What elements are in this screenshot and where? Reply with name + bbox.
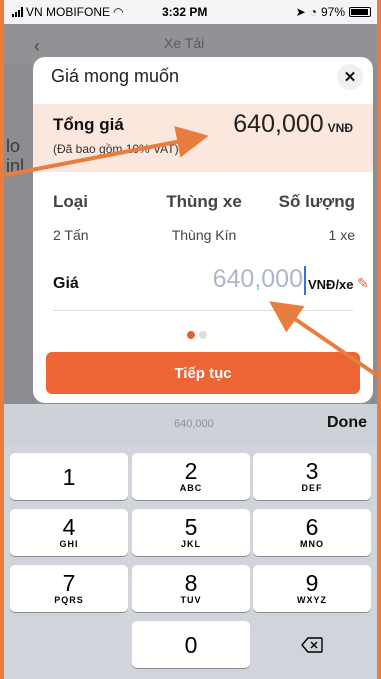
modal-title: Giá mong muốn [51, 66, 180, 86]
battery-icon [349, 7, 371, 17]
alarm-icon: ◔ [309, 5, 317, 19]
key-1[interactable]: 1 [10, 453, 128, 500]
carrier-name: VN MOBIFONE [26, 5, 111, 19]
background-title: Xe Tải [164, 35, 205, 51]
done-button[interactable]: Done [327, 414, 367, 432]
wifi-icon: ◠ [113, 5, 124, 19]
status-right: ➤ ◔ 97% [296, 5, 371, 19]
page-dot [199, 331, 207, 339]
status-time: 3:32 PM [162, 5, 208, 19]
page-dot-active [187, 331, 195, 339]
pencil-icon[interactable]: ✎ [357, 275, 369, 292]
header-body: Thùng xe [166, 192, 242, 211]
background-side-text: lo inl [6, 136, 25, 176]
value-type: 2 Tấn [53, 227, 89, 243]
details-header-row: Loại Thùng xe Số lượng [53, 192, 355, 212]
status-bar: VN MOBIFONE ◠ 3:32 PM ➤ ◔ 97% [4, 0, 377, 24]
close-button[interactable]: ✕ [337, 64, 363, 90]
price-label: Giá [53, 275, 79, 292]
total-label: Tổng giá [53, 115, 124, 134]
key-5[interactable]: 5 JKL [132, 509, 250, 556]
continue-button[interactable]: Tiếp tục [46, 352, 360, 394]
total-unit: VNĐ [327, 121, 353, 135]
numeric-keypad: 1 2 ABC 3 DEF 4 GHI 5 JKL 6 MNO 7 PQRS 8 TUV 9W… [4, 446, 377, 679]
phone-screen: VN MOBIFONE ◠ 3:32 PM ➤ ◔ 97% ‹ Xe Tải l… [4, 0, 377, 679]
details-value-row: 2 Tấn Thùng Kín 1 xe [53, 227, 355, 243]
text-caret [304, 266, 306, 295]
key-4[interactable]: 4 GHI [10, 509, 128, 556]
key-0[interactable]: 0 [132, 621, 250, 668]
value-quantity: 1 xe [328, 227, 356, 243]
total-value: 640,000 [233, 110, 324, 138]
price-unit: VNĐ/xe [308, 277, 354, 292]
battery-percent: 97% [320, 5, 345, 19]
close-icon: ✕ [343, 69, 357, 86]
keyboard-preview: 640,000 [174, 418, 214, 430]
vat-note: (Đã bao gồm 10% VAT) [53, 142, 179, 156]
key-3[interactable]: 3 DEF [253, 453, 371, 500]
header-type: Loại [53, 192, 88, 211]
price-input[interactable] [163, 265, 303, 294]
backspace-key[interactable] [253, 621, 371, 668]
key-6[interactable]: 6 MNO [253, 509, 371, 556]
price-divider [53, 310, 353, 311]
key-7[interactable]: 7 PQRS [10, 565, 128, 612]
value-body: Thùng Kín [171, 227, 237, 243]
total-value-group: 640,000 VNĐ [233, 110, 353, 139]
key-8[interactable]: 8 TUV [132, 565, 250, 612]
key-2[interactable]: 2 ABC [132, 453, 250, 500]
total-price-box: Tổng giá (Đã bao gồm 10% VAT) 640,000 VN… [33, 104, 373, 172]
backspace-icon [301, 636, 323, 653]
price-modal: Giá mong muốn ✕ Tổng giá (Đã bao gồm 10%… [33, 57, 373, 403]
carrier-group: VN MOBIFONE ◠ [12, 5, 124, 19]
location-icon: ➤ [295, 5, 306, 19]
key-9[interactable]: 9 WXYZ [253, 565, 371, 612]
page-indicator [187, 331, 207, 339]
header-quantity: Số lượng [278, 192, 356, 211]
back-icon: ‹ [34, 36, 40, 56]
signal-icon [12, 7, 23, 17]
keyboard-toolbar: 640,000 Done [4, 404, 377, 446]
